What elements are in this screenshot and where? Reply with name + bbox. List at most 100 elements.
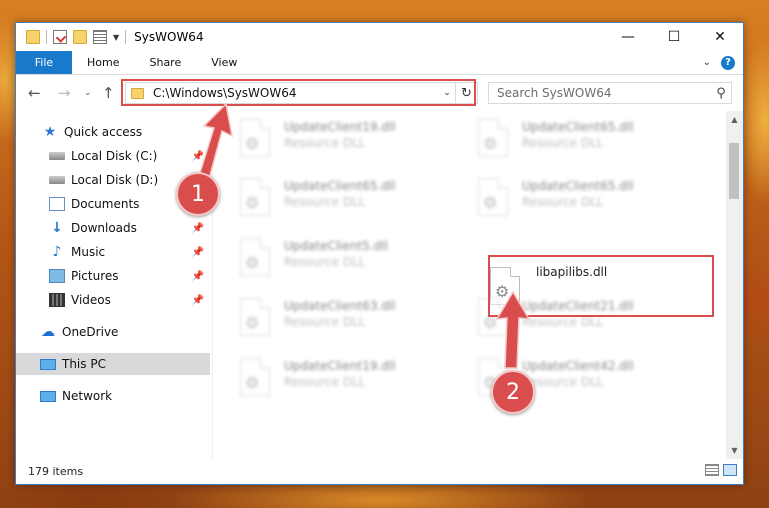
file-type: Resource DLL: [522, 195, 604, 209]
toolbar-divider: [46, 30, 47, 44]
sidebar-item-this-pc[interactable]: This PC: [16, 353, 210, 375]
star-icon: ★: [43, 124, 57, 140]
tab-view[interactable]: View: [196, 51, 252, 74]
sidebar-item-downloads[interactable]: ↓ Downloads 📌: [16, 217, 210, 239]
sidebar-item-label: Downloads: [71, 221, 137, 235]
file-type: Resource DLL: [522, 136, 604, 150]
network-icon: [40, 390, 56, 402]
file-item[interactable]: ⚙ UpdateClient65.dll Resource DLL: [216, 170, 436, 224]
file-name: UpdateClient5.dll: [284, 239, 388, 253]
dll-file-icon: ⚙: [240, 238, 270, 276]
new-folder-icon[interactable]: [73, 30, 87, 44]
tab-home[interactable]: Home: [72, 51, 134, 74]
scroll-thumb[interactable]: [729, 143, 739, 199]
step-badge-1: 1: [176, 172, 220, 216]
sidebar-item-label: Pictures: [71, 269, 119, 283]
drive-icon: [49, 152, 65, 160]
details-view-icon[interactable]: [705, 464, 719, 476]
help-icon[interactable]: ?: [721, 55, 735, 70]
sidebar-item-videos[interactable]: Videos 📌: [16, 289, 210, 311]
ribbon-right: ⌄ ?: [703, 51, 743, 74]
music-icon: ♪: [52, 244, 62, 260]
sidebar-item-network[interactable]: Network: [16, 385, 210, 407]
toolbar-divider: [125, 30, 127, 44]
status-bar: 179 items: [16, 458, 743, 484]
search-input[interactable]: Search SysWOW64: [497, 86, 711, 100]
customize-toolbar-caret-icon[interactable]: ▼: [113, 33, 119, 42]
sidebar-item-music[interactable]: ♪ Music 📌: [16, 241, 210, 263]
sidebar-item-onedrive[interactable]: ☁ OneDrive: [16, 321, 210, 343]
sidebar-item-label: Music: [71, 245, 106, 259]
download-icon: ↓: [51, 220, 63, 236]
file-type: Resource DLL: [284, 255, 366, 269]
sidebar-item-label: OneDrive: [62, 325, 119, 339]
large-icons-view-icon[interactable]: [723, 464, 737, 476]
tab-share[interactable]: Share: [134, 51, 196, 74]
file-item[interactable]: ⚙ UpdateClient42.dll Resource DLL: [454, 350, 674, 404]
properties-icon[interactable]: [53, 30, 67, 44]
computer-icon: [40, 358, 56, 370]
file-item[interactable]: ⚙ UpdateClient65.dll Resource DLL: [454, 170, 674, 224]
scroll-up-arrow-icon[interactable]: ▲: [726, 111, 743, 128]
file-name: UpdateClient42.dll: [522, 359, 634, 373]
sidebar-item-label: This PC: [62, 357, 106, 371]
gear-icon: ⚙: [245, 313, 260, 332]
pin-icon[interactable]: 📌: [192, 271, 204, 282]
documents-icon: [49, 197, 65, 211]
forward-arrow-icon[interactable]: →: [58, 84, 71, 102]
dll-file-icon: ⚙: [240, 119, 270, 157]
sidebar-item-quick-access[interactable]: ★ Quick access: [16, 121, 210, 143]
recent-locations-chevron-icon[interactable]: ⌄: [84, 88, 92, 98]
view-icon[interactable]: [93, 30, 107, 44]
up-arrow-icon[interactable]: ↑: [102, 84, 115, 102]
file-item[interactable]: ⚙ UpdateClient19.dll Resource DLL: [216, 350, 436, 404]
close-button[interactable]: ✕: [697, 23, 743, 51]
file-item[interactable]: ⚙ UpdateClient5.dll Resource DLL: [216, 230, 436, 284]
file-item[interactable]: ⚙ UpdateClient63.dll Resource DLL: [216, 290, 436, 344]
tab-file[interactable]: File: [16, 51, 72, 74]
search-box[interactable]: Search SysWOW64 ⚲: [488, 82, 732, 104]
gear-icon: ⚙: [245, 134, 260, 153]
gear-icon: ⚙: [483, 134, 498, 153]
dll-file-icon: ⚙: [478, 178, 508, 216]
drive-icon: [49, 176, 65, 184]
item-count: 179 items: [28, 464, 84, 478]
maximize-button[interactable]: ☐: [651, 23, 697, 51]
file-name: UpdateClient19.dll: [284, 120, 396, 134]
sidebar-item-label: Network: [62, 389, 113, 403]
pin-icon[interactable]: 📌: [192, 295, 204, 306]
file-type: Resource DLL: [284, 375, 366, 389]
pane-divider: [212, 117, 213, 459]
file-name: UpdateClient65.dll: [522, 179, 634, 193]
dll-file-icon: ⚙: [240, 298, 270, 336]
pin-icon[interactable]: 📌: [192, 151, 204, 162]
sidebar-item-label: Local Disk (C:): [71, 149, 158, 163]
vertical-scrollbar[interactable]: ▲ ▼: [726, 111, 743, 459]
scroll-down-arrow-icon[interactable]: ▼: [726, 442, 743, 459]
file-type: Resource DLL: [284, 195, 366, 209]
pin-icon[interactable]: 📌: [192, 247, 204, 258]
videos-icon: [49, 293, 65, 307]
window-title: SysWOW64: [134, 30, 204, 44]
pin-icon[interactable]: 📌: [192, 223, 204, 234]
sidebar-item-label: Local Disk (D:): [71, 173, 159, 187]
file-name: UpdateClient65.dll: [284, 179, 396, 193]
gear-icon: ⚙: [245, 193, 260, 212]
search-icon[interactable]: ⚲: [711, 86, 731, 101]
view-switcher: [705, 464, 737, 476]
back-arrow-icon[interactable]: ←: [28, 84, 41, 102]
dll-file-icon: ⚙: [240, 178, 270, 216]
folder-icon: [26, 30, 40, 44]
dll-file-icon: ⚙: [478, 119, 508, 157]
expand-ribbon-chevron-icon[interactable]: ⌄: [703, 57, 711, 68]
file-name: UpdateClient65.dll: [522, 120, 634, 134]
file-item[interactable]: ⚙ UpdateClient19.dll Resource DLL: [216, 111, 436, 165]
sidebar-item-label: Quick access: [64, 125, 143, 139]
minimize-button[interactable]: —: [605, 23, 651, 51]
file-item[interactable]: ⚙ UpdateClient65.dll Resource DLL: [454, 111, 674, 165]
dll-file-icon: ⚙: [240, 358, 270, 396]
sidebar-item-local-disk-c[interactable]: Local Disk (C:) 📌: [16, 145, 210, 167]
sidebar-item-pictures[interactable]: Pictures 📌: [16, 265, 210, 287]
file-name: UpdateClient19.dll: [284, 359, 396, 373]
step-badge-2: 2: [491, 370, 535, 414]
